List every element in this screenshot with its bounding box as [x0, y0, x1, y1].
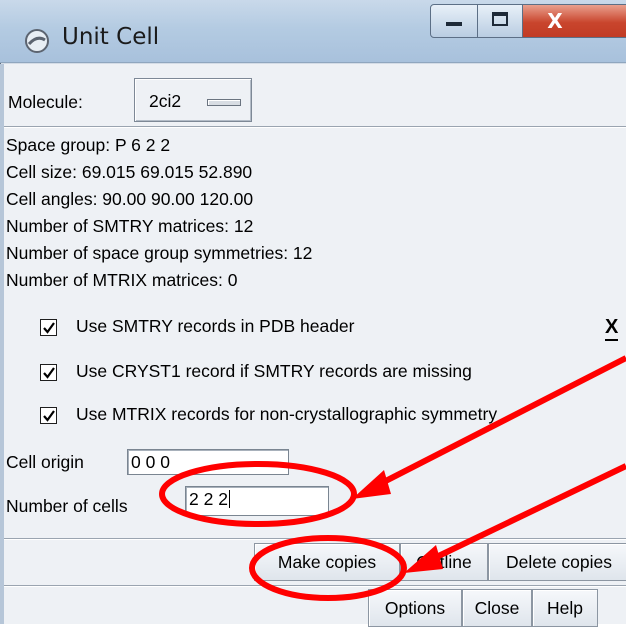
cell-size-text: Cell size: 69.015 69.015 52.890 — [6, 162, 253, 182]
window-close-button[interactable]: X — [522, 4, 626, 38]
minimize-button[interactable] — [430, 4, 478, 38]
options-button[interactable]: Options — [368, 589, 462, 627]
app-icon — [24, 28, 50, 54]
checkmark-icon — [43, 322, 55, 334]
close-button[interactable]: Close — [462, 589, 532, 627]
number-of-cells-label: Number of cells — [6, 496, 128, 516]
mtrix-count-text: Number of MTRIX matrices: 0 — [6, 270, 238, 290]
text-cursor — [228, 490, 230, 508]
cell-angles-text: Cell angles: 90.00 90.00 120.00 — [6, 189, 254, 209]
make-copies-button[interactable]: Make copies — [254, 543, 400, 581]
cell-origin-label: Cell origin — [6, 452, 84, 472]
title-bar[interactable]: Unit Cell X — [0, 0, 626, 63]
use-cryst1-label: Use CRYST1 record if SMTRY records are m… — [76, 361, 472, 381]
maximize-button[interactable] — [477, 4, 523, 38]
clear-x-icon[interactable]: X — [605, 316, 619, 341]
use-smtry-label: Use SMTRY records in PDB header — [76, 316, 355, 336]
checkmark-icon — [43, 410, 55, 422]
divider — [4, 585, 626, 587]
use-smtry-checkbox[interactable] — [40, 319, 57, 336]
help-button[interactable]: Help — [532, 589, 598, 627]
dialog-content: Molecule: 2ci2 Space group: P 6 2 2 Cell… — [0, 64, 626, 627]
use-mtrix-label: Use MTRIX records for non-crystallograph… — [76, 404, 498, 424]
checkmark-icon — [43, 367, 55, 379]
number-of-cells-input[interactable]: 2 2 2 — [185, 486, 329, 516]
unit-cell-window: Unit Cell X Molecule: 2ci2 Space group: … — [0, 0, 626, 627]
minimize-icon — [444, 12, 464, 31]
divider — [4, 538, 626, 540]
maximize-icon — [490, 10, 510, 32]
space-group-text: Space group: P 6 2 2 — [6, 135, 171, 155]
divider — [4, 126, 626, 128]
delete-copies-button[interactable]: Delete copies — [488, 543, 626, 581]
molecule-label: Molecule: — [8, 92, 83, 112]
cell-origin-input[interactable]: 0 0 0 — [127, 449, 289, 475]
smtry-count-text: Number of SMTRY matrices: 12 — [6, 216, 254, 236]
close-icon: X — [547, 9, 563, 33]
use-cryst1-checkbox[interactable] — [40, 364, 57, 381]
number-of-cells-value: 2 2 2 — [189, 489, 228, 509]
molecule-selected-value: 2ci2 — [149, 91, 182, 111]
option-menu-indicator-icon — [207, 99, 241, 106]
use-mtrix-checkbox[interactable] — [40, 407, 57, 424]
molecule-selector[interactable]: 2ci2 — [134, 78, 252, 122]
symmetry-count-text: Number of space group symmetries: 12 — [6, 243, 313, 263]
outline-button[interactable]: Outline — [400, 543, 488, 581]
window-title: Unit Cell — [62, 24, 160, 50]
